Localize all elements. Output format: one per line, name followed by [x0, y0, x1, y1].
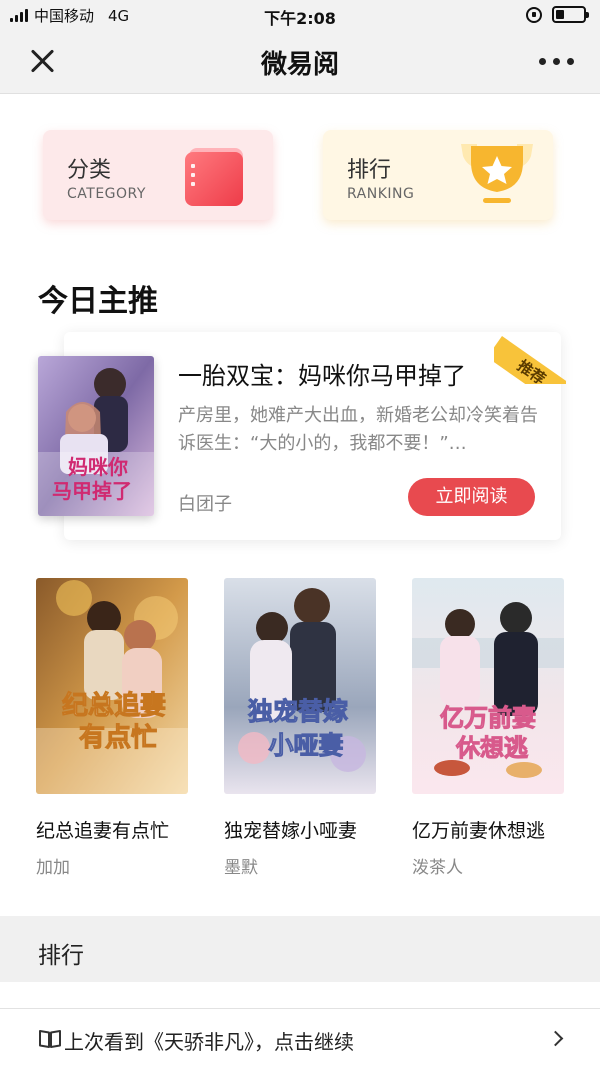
more-icon[interactable] [539, 58, 574, 65]
category-subtitle: CATEGORY [67, 186, 146, 202]
continue-reading-bar[interactable]: 上次看到《天骄非凡》，点击继续 [0, 1008, 600, 1067]
book-author: 加加 [36, 858, 70, 878]
book-cover-text-2: 有点忙 [79, 722, 157, 753]
ranking-section: 排行 [0, 916, 600, 982]
ranking-subtitle: RANKING [347, 186, 415, 202]
signal-icon [10, 9, 28, 22]
book-cover[interactable]: 独宠替嫁 小哑妻 [224, 578, 376, 794]
book-title[interactable]: 亿万前妻休想逃 [412, 816, 545, 843]
book-card[interactable]: 独宠替嫁 小哑妻 独宠替嫁小哑妻 墨默 [224, 578, 376, 878]
category-entry[interactable]: 分类 CATEGORY [43, 130, 273, 220]
continue-reading-text[interactable]: 上次看到《天骄非凡》，点击继续 [64, 1026, 354, 1055]
book-card[interactable]: 纪总追妻 有点忙 纪总追妻有点忙 加加 [36, 578, 188, 878]
nav-bar: 微易阅 [0, 30, 600, 94]
book-cover[interactable]: 纪总追妻 有点忙 [36, 578, 188, 794]
battery-icon [552, 6, 589, 23]
book-cover-text-1: 亿万前妻 [440, 704, 536, 732]
featured-description: 产房里，她难产大出血，新婚老公却冷笑着告诉医生：“大的小的，我都不要！”… [178, 405, 538, 454]
book-cover-text-2: 小哑妻 [268, 731, 343, 760]
book-card[interactable]: 亿万前妻 休想逃 亿万前妻休想逃 泼茶人 [412, 578, 564, 878]
status-bar: 中国移动 4G 下午2:08 [0, 0, 600, 30]
read-now-button[interactable]: 立即阅读 [408, 478, 535, 516]
book-cover-text-1: 纪总追妻 [62, 690, 166, 721]
section-title-today: 今日主推 [38, 284, 158, 319]
close-icon[interactable] [28, 46, 58, 76]
featured-title[interactable]: 一胎双宝：妈咪你马甲掉了 [178, 356, 466, 391]
featured-author: 白团子 [178, 494, 232, 515]
ranking-title: 排行 [347, 158, 392, 183]
trophy-icon [461, 144, 533, 203]
ranking-section-title: 排行 [38, 943, 84, 969]
category-icon [183, 146, 247, 206]
orientation-lock-icon [526, 6, 542, 23]
ranking-entry[interactable]: 排行 RANKING [323, 130, 553, 220]
network-label: 4G [108, 6, 130, 25]
page-title: 微易阅 [260, 50, 339, 80]
book-icon [39, 1030, 61, 1048]
book-title[interactable]: 纪总追妻有点忙 [36, 816, 169, 843]
chevron-right-icon[interactable] [547, 1030, 564, 1047]
book-cover-text-2: 休想逃 [455, 734, 528, 762]
carrier-label: 中国移动 [34, 7, 95, 25]
book-author: 泼茶人 [412, 858, 463, 878]
featured-cover-text-2: 马甲掉了 [52, 479, 132, 503]
book-cover-text-1: 独宠替嫁 [248, 697, 348, 726]
category-title: 分类 [67, 158, 112, 183]
book-cover[interactable]: 亿万前妻 休想逃 [412, 578, 564, 794]
book-title[interactable]: 独宠替嫁小哑妻 [224, 816, 357, 843]
featured-cover-text-1: 妈咪你 [68, 455, 128, 479]
featured-cover[interactable]: 妈咪你 马甲掉了 [38, 356, 154, 516]
book-author: 墨默 [224, 858, 258, 878]
